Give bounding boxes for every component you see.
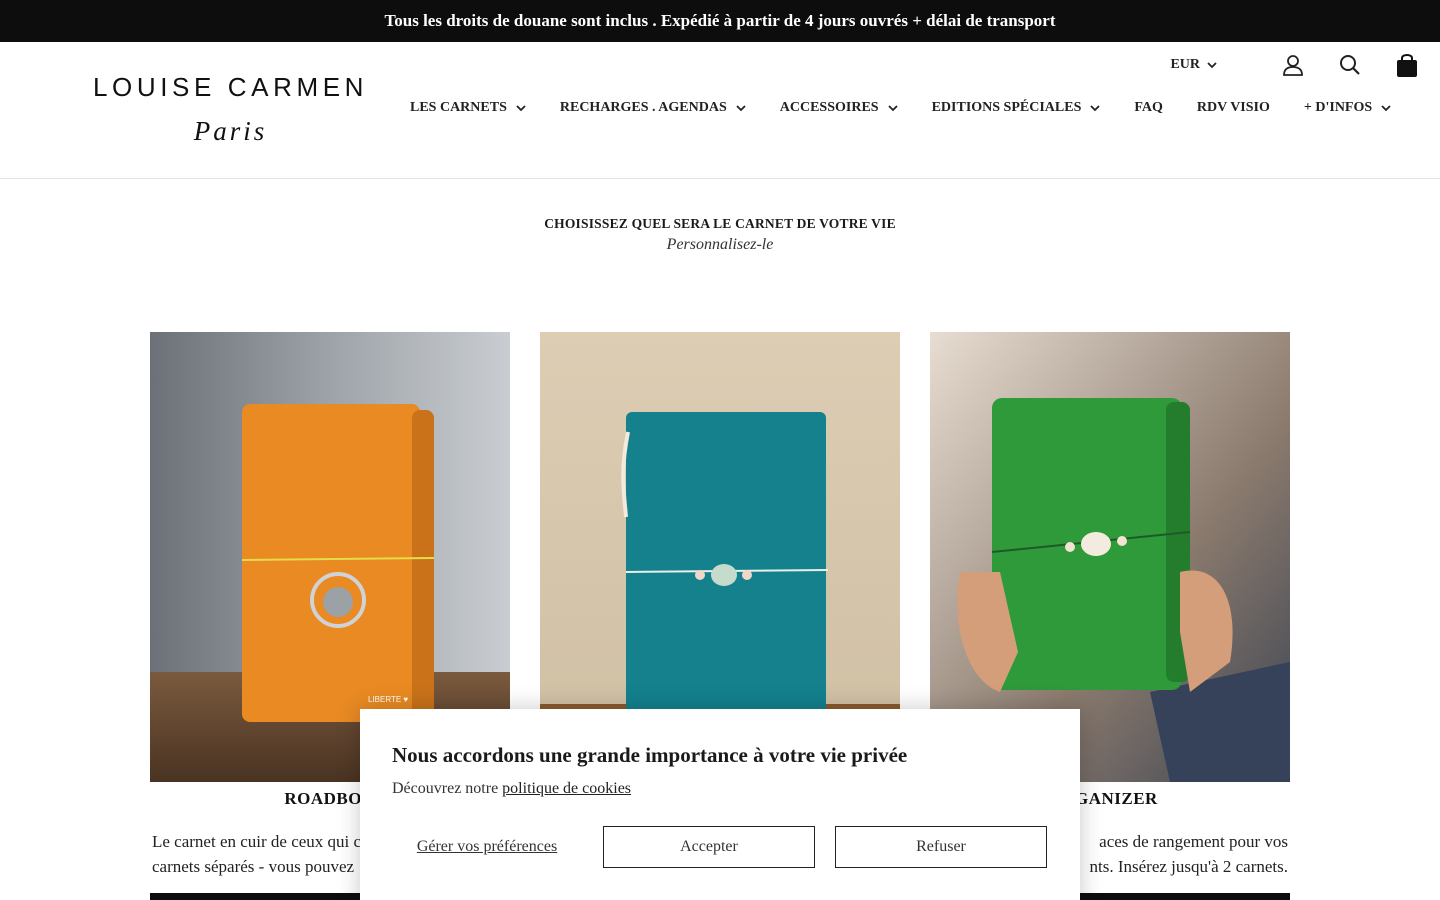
cookie-banner: Nous accordons une grande importance à v…: [360, 709, 1080, 900]
chevron-down-icon: [1381, 105, 1391, 112]
chevron-down-icon: [1090, 105, 1100, 112]
currency-selector[interactable]: EUR: [1170, 57, 1217, 73]
manage-preferences-link[interactable]: Gérer vos préférences: [392, 838, 582, 856]
announcement-bar: Tous les droits de douane sont inclus . …: [0, 0, 1440, 42]
nav-item-les-carnets[interactable]: LES CARNETS: [410, 100, 526, 116]
cookie-text: Découvrez notre politique de cookies: [392, 778, 1048, 800]
logo[interactable]: LOUISE CARMEN Paris: [78, 72, 383, 146]
nav-item-label: FAQ: [1134, 100, 1163, 115]
chevron-down-icon: [887, 105, 898, 112]
intro-subtitle: Personnalisez-le: [666, 236, 774, 253]
site-header: LOUISE CARMEN Paris EUR LES CARNETS RECHA…: [0, 42, 1440, 179]
main-nav: LES CARNETS RECHARGES . AGENDAS ACCESSOIRE…: [410, 100, 1425, 116]
logo-name: LOUISE CARMEN: [92, 72, 369, 102]
nav-item-rdv-visio[interactable]: RDV VISIO: [1197, 100, 1270, 116]
header-utilities: EUR: [1170, 50, 1420, 80]
chevron-down-icon: [1207, 62, 1217, 69]
intro-title: CHOISISSEZ QUEL SERA LE CARNET DE VOTRE …: [544, 216, 896, 231]
currency-label: EUR: [1170, 57, 1200, 72]
nav-item-faq[interactable]: FAQ: [1134, 100, 1163, 116]
nav-item-label: LES CARNETS: [410, 100, 507, 115]
cookie-policy-link[interactable]: politique de cookies: [502, 780, 631, 797]
account-icon[interactable]: [1280, 52, 1306, 78]
nav-item-label: + D'INFOS: [1303, 100, 1373, 115]
nav-item-label: EDITIONS SPÉCIALES: [931, 100, 1082, 115]
intro-section: CHOISISSEZ QUEL SERA LE CARNET DE VOTRE …: [0, 216, 1440, 254]
nav-item-label: ACCESSOIRES: [779, 100, 879, 115]
chevron-down-icon: [736, 105, 746, 112]
cart-icon[interactable]: [1394, 52, 1420, 78]
chevron-down-icon: [516, 105, 526, 112]
image-label: LIBERTE ♥: [368, 695, 408, 704]
logo-city: Paris: [193, 116, 268, 146]
announcement-text: Tous les droits de douane sont inclus . …: [384, 11, 1056, 30]
nav-item-label: RDV VISIO: [1196, 100, 1270, 115]
cookie-actions: Gérer vos préférences Accepter Refuser: [392, 826, 1048, 868]
search-icon[interactable]: [1337, 52, 1363, 78]
refuse-button[interactable]: Refuser: [835, 826, 1047, 868]
accept-button[interactable]: Accepter: [603, 826, 815, 868]
nav-item-editions-sp-ciales[interactable]: EDITIONS SPÉCIALES: [932, 100, 1101, 116]
nav-item-recharges-agendas[interactable]: RECHARGES . AGENDAS: [560, 100, 746, 116]
nav-item-accessoires[interactable]: ACCESSOIRES: [780, 100, 898, 116]
nav-item-d-infos[interactable]: + D'INFOS: [1304, 100, 1391, 116]
cookie-title: Nous accordons une grande importance à v…: [392, 743, 908, 767]
nav-item-label: RECHARGES . AGENDAS: [559, 100, 727, 115]
cookie-text-label: Découvrez notre: [392, 780, 499, 797]
